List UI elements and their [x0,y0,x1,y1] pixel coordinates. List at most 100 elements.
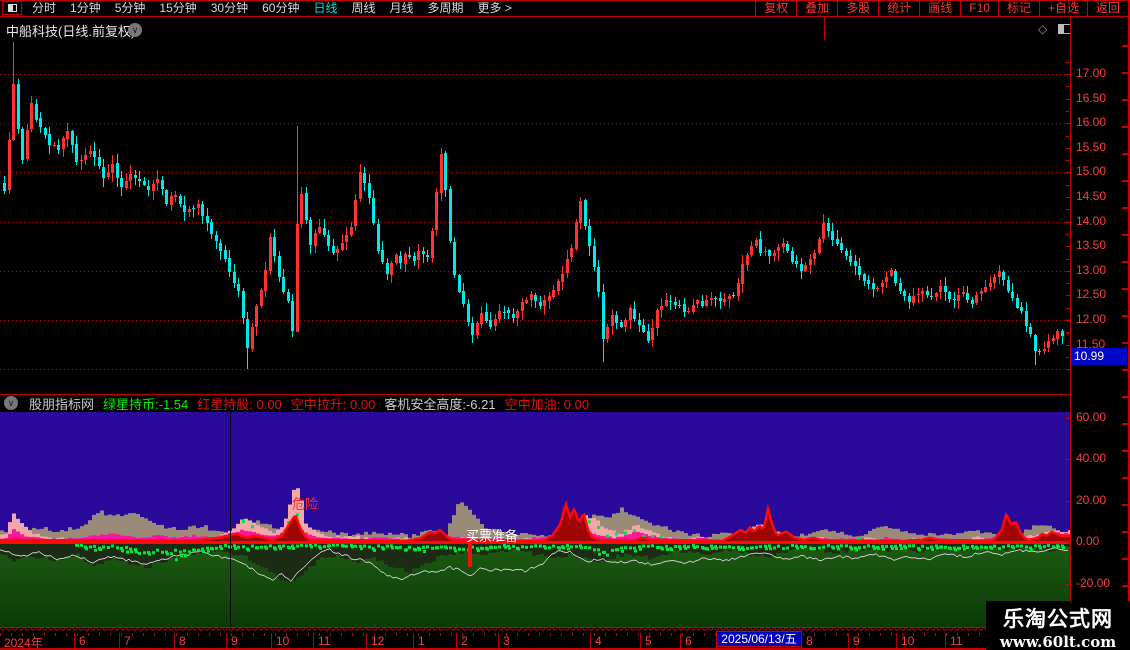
tool-item-2[interactable]: 多股 [837,0,878,16]
indicator-axis-label: 0.00 [1076,534,1100,548]
price-tick [1066,98,1071,100]
month-label: 3 [503,634,510,648]
price-label: 16.00 [1076,115,1107,130]
watermark: 乐淘公式网 www.60lt.com [986,601,1130,650]
month-label: 6 [685,634,692,648]
indicator-field-0: 绿星持币:-1.54 [103,396,189,412]
indicator-field-2: 空中拉升: 0.00 [290,396,376,412]
tool-menu: 复权 叠加 多股 统计 画线 F10 标记 +自选 返回 [755,0,1128,16]
period-item-3[interactable]: 15分钟 [159,1,196,16]
price-label: 14.00 [1076,213,1107,228]
indicator-panel[interactable] [0,412,1070,627]
price-tick [1066,258,1069,260]
watermark-url: www.60lt.com [999,633,1117,650]
tool-item-5[interactable]: F10 [960,0,998,16]
price-tick [1066,221,1071,223]
price-tick [1066,184,1069,186]
month-separator [366,633,367,648]
tool-item-4[interactable]: 画线 [919,0,960,16]
month-separator [896,633,897,648]
price-label: 16.50 [1076,90,1107,105]
price-tick [1066,61,1069,63]
price-label: 17.00 [1076,66,1107,80]
indicator-axis-label: 20.00 [1076,492,1107,507]
month-label: 5 [645,634,652,648]
tool-item-0[interactable]: 复权 [755,0,796,16]
month-label: 9 [853,634,860,648]
period-item-7[interactable]: 周线 [351,1,375,16]
period-item-6[interactable]: 日线 [313,1,337,16]
month-separator [226,633,227,648]
period-item-4[interactable]: 30分钟 [211,1,248,16]
indicator-axis-tick [1066,542,1071,543]
month-separator [313,633,314,648]
chart-title: 中船科技(日线.前复权) [6,24,136,39]
indicator-axis-tick [1066,459,1071,460]
price-tick [1066,295,1071,297]
period-item-5[interactable]: 60分钟 [262,1,299,16]
price-tick [1066,344,1071,346]
month-label: 8 [179,634,186,648]
price-tick [1066,356,1069,358]
price-label: 13.50 [1076,238,1107,253]
chevron-down-icon[interactable]: ∨ [4,396,18,410]
month-separator [680,633,681,648]
tool-item-8[interactable]: 返回 [1086,0,1128,16]
diamond-icon[interactable]: ◇ [1038,22,1047,36]
tool-item-7[interactable]: +自选 [1038,0,1087,16]
split-window-icon [7,4,17,12]
last-price-tag: 10.99 [1071,348,1127,365]
indicator-axis-tick [1066,417,1071,419]
month-separator [801,633,802,648]
month-label: 10 [276,634,290,648]
tool-item-3[interactable]: 统计 [878,0,919,16]
tool-item-1[interactable]: 叠加 [796,0,837,16]
month-label: 9 [231,634,238,648]
price-tick [1066,86,1069,88]
month-label: 7 [124,634,131,648]
watermark-site-name: 乐淘公式网 [1003,608,1113,631]
chevron-down-icon[interactable]: ∨ [128,23,142,37]
period-item-2[interactable]: 5分钟 [115,1,146,16]
price-label: 12.50 [1076,287,1107,302]
month-separator [456,633,457,648]
month-label: 1 [418,634,425,648]
layout-icon[interactable] [2,1,22,15]
indicator-axis-tick [1066,500,1071,502]
indicator-axis-tick [1066,583,1071,585]
month-label: 11 [318,634,331,648]
month-label: 2 [461,634,468,648]
trading-app-window: 分时 1分钟 5分钟 15分钟 30分钟 60分钟 日线 周线 月线 多周期 更多 > 复权 叠加 多股… [0,0,1130,650]
month-separator [590,633,591,648]
price-tick [1066,233,1069,235]
period-item-10[interactable]: 更多 > [478,1,512,16]
price-label: 15.50 [1076,139,1107,154]
month-separator [271,633,272,648]
price-tick [1066,110,1069,112]
indicator-axis-label: 40.00 [1076,451,1107,465]
period-item-1[interactable]: 1分钟 [70,1,101,16]
selected-date-box: 2025/06/13/五 [716,631,802,647]
price-tick [1066,160,1069,162]
date-axis[interactable]: 2025/06/13/五 2024年 6 7 8 9 10 11 12 1 2 3 4 5 6 8 9 10 11 [0,631,1070,650]
price-tick [1066,270,1071,272]
divider [824,17,825,40]
price-label: 12.00 [1076,312,1107,326]
price-label: 15.00 [1076,164,1107,179]
month-separator [945,633,946,648]
month-separator [119,633,120,648]
period-item-9[interactable]: 多周期 [428,1,464,16]
period-item-0[interactable]: 分时 [32,1,56,16]
period-item-8[interactable]: 月线 [390,1,414,16]
price-tick [1066,320,1071,321]
price-tick [1066,209,1069,211]
indicator-header: ∨ 股朋指标网 绿星持币:-1.54 红星持股: 0.00 空中拉升: 0.00 客机… [4,395,589,412]
month-separator [848,633,849,648]
price-tick [1066,369,1071,371]
price-tick [1066,197,1071,198]
candlestick-chart[interactable] [0,40,1070,394]
month-label: 4 [595,634,602,648]
tool-item-6[interactable]: 标记 [997,0,1039,16]
indicator-axis-label: 60.00 [1076,409,1107,424]
price-tick [1066,74,1071,75]
